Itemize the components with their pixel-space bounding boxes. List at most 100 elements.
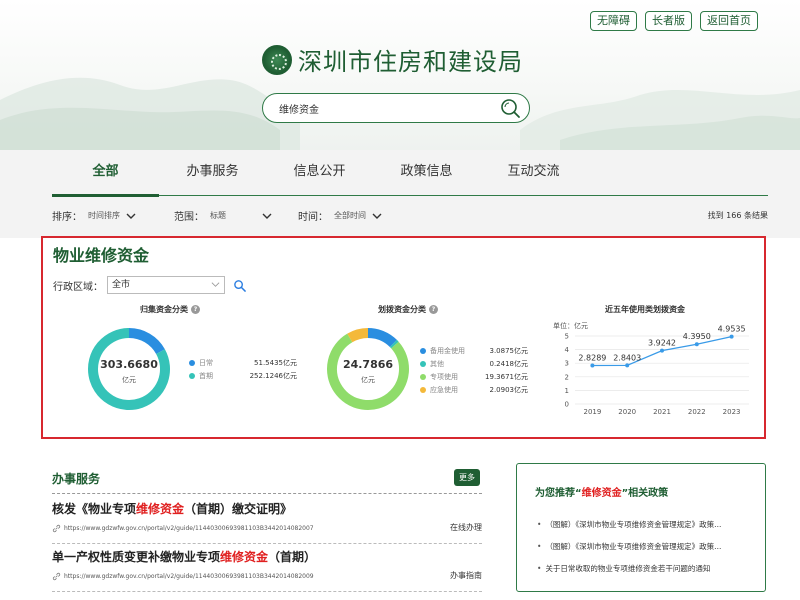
recommend-title-prefix: 为您推荐“ [535,488,582,499]
y-tick-label: 2 [565,373,569,381]
legend-name: 备用金使用 [430,346,465,355]
data-point[interactable] [625,363,630,368]
donut-slice-备用金使用[interactable] [367,328,397,348]
donut2-title-text: 划拨资金分类 [378,305,426,314]
site-header: 无障碍 长者版 返回首页 深圳市住房和建设局 [0,0,800,150]
donut2-center-value: 24.7866 [342,358,394,371]
legend-item: 备用金使用 3.0875亿元 [420,344,528,357]
service-name-suffix: （首期） [268,550,317,564]
help-icon[interactable]: ? [429,305,438,314]
recommend-item[interactable]: （图解）《深圳市物业专项维修资金管理规定》政策... [537,514,757,536]
time-label: 时间： [298,212,328,223]
legend-value: 252.1246亿元 [249,371,297,380]
line-chart-usage: 单位：亿元 0 1 2 3 4 5 2019 2020 2021 2022 2023 2.8289 2.8… [553,321,749,416]
category-tabs: 全部 办事服务 信息公开 政策信息 互动交流 [52,150,768,197]
emblem-icon [262,44,292,75]
service-url[interactable]: https://www.gdzwfw.gov.cn/portal/v2/guid… [52,572,314,581]
service-name[interactable]: 单一产权性质变更补缴物业专项维修资金（首期） [52,548,316,565]
scope-value: 标题 [210,211,226,220]
tab-services[interactable]: 办事服务 [159,150,266,195]
data-label: 4.3950 [683,332,711,341]
donut1-center-unit: 亿元 [122,376,136,384]
accessibility-link[interactable]: 无障碍 [590,11,637,31]
legend-item: 日常 51.5435亿元 [189,356,297,369]
region-filter: 行政区域： 全市 [53,276,246,294]
y-axis-unit: 单位：亿元 [553,321,588,330]
donut-slice-应急使用[interactable] [347,328,369,343]
result-count: 找到 166 条结果 [707,211,768,220]
time-value: 全部时间 [334,211,366,220]
service-item[interactable]: 核发《物业专项维修资金（首期）缴交证明》 https://www.gdzwfw.… [52,496,482,544]
legend-dot [189,372,195,379]
top-links: 无障碍 长者版 返回首页 [590,11,758,31]
chevron-down-icon [211,282,220,287]
link-icon [52,524,61,533]
recommend-list: （图解）《深圳市物业专项维修资金管理规定》政策... （图解）《深圳市物业专项维… [537,514,757,580]
x-tick-label: 2023 [723,408,741,416]
services-section: 办事服务 更多 核发《物业专项维修资金（首期）缴交证明》 https://www… [52,466,482,600]
nav-band: 全部 办事服务 信息公开 政策信息 互动交流 排序： 时间排序 范围： 标题 时… [0,150,800,238]
y-tick-label: 1 [565,387,569,395]
legend-value: 19.3671亿元 [485,372,528,381]
recommend-title-suffix: ”相关政策 [621,488,669,499]
data-point[interactable] [729,334,734,339]
service-type[interactable]: 办事指南 [450,570,482,581]
donut-slice-其他[interactable] [389,339,399,349]
x-tick-label: 2022 [688,408,706,416]
donut1-title: 归集资金分类 ? [140,304,200,315]
legend-value: 0.2418亿元 [489,359,529,368]
legend-item: 专项使用 19.3671亿元 [420,370,528,383]
tab-all[interactable]: 全部 [52,150,159,197]
chevron-down-icon [126,213,136,219]
data-point[interactable] [660,348,664,353]
sort-value: 时间排序 [88,211,120,220]
legend-item: 其他 0.2418亿元 [420,357,528,370]
service-name-prefix: 单一产权性质变更补缴物业专项 [52,550,221,564]
recommend-title-highlight: 维修资金 [581,488,622,499]
service-name-prefix: 核发《物业专项 [52,502,137,516]
tab-info-disclosure[interactable]: 信息公开 [266,150,373,195]
site-logo[interactable]: 深圳市住房和建设局 [262,42,523,77]
data-label: 2.8403 [613,353,641,362]
service-type[interactable]: 在线办理 [450,522,482,533]
legend-name: 其他 [430,359,444,368]
data-point[interactable] [590,363,595,368]
data-point[interactable] [694,342,699,347]
tab-policy[interactable]: 政策信息 [373,150,480,195]
sort-filter[interactable]: 排序： 时间排序 [52,208,136,223]
help-icon[interactable]: ? [191,305,200,314]
sort-label: 排序： [52,212,82,223]
donut1-title-text: 归集资金分类 [140,305,188,314]
legend-name: 日常 [199,358,213,367]
y-tick-label: 4 [565,346,570,354]
search-icon[interactable] [499,97,521,119]
search-input[interactable] [279,102,489,114]
data-label: 4.9535 [718,325,746,334]
tab-interaction[interactable]: 互动交流 [480,150,587,195]
data-label: 3.9242 [648,339,676,348]
donut2-title: 划拨资金分类 ? [378,304,438,315]
legend-value: 2.0903亿元 [489,385,529,394]
donut-slice-日常[interactable] [128,328,165,355]
region-value: 全市 [112,280,131,290]
region-select[interactable]: 全市 [107,276,225,294]
recommend-item[interactable]: （图解）《深圳市物业专项维修资金管理规定》政策... [537,536,757,558]
service-url[interactable]: https://www.gdzwfw.gov.cn/portal/v2/guid… [52,524,314,533]
x-tick-label: 2019 [583,408,601,416]
scope-filter[interactable]: 范围： 标题 [174,208,272,223]
back-home-link[interactable]: 返回首页 [700,11,758,31]
service-item[interactable]: 单一产权性质变更补缴物业专项维修资金（首期） https://www.gdzwf… [52,544,482,592]
more-button[interactable]: 更多 [454,469,480,486]
recommend-item[interactable]: 关于日常收取的物业专项维修资金若干问题的通知 [537,558,757,580]
x-tick-label: 2021 [653,408,671,416]
chevron-down-icon [262,213,272,219]
elderly-mode-link[interactable]: 长者版 [645,11,692,31]
line-chart-title: 近五年使用类划拨资金 [605,305,685,314]
donut-slice-专项使用[interactable] [327,333,409,410]
service-name[interactable]: 核发《物业专项维修资金（首期）缴交证明》 [52,500,292,517]
legend-item: 应急使用 2.0903亿元 [420,383,528,396]
service-name-highlight: 维修资金 [136,502,185,516]
donut1-center-value: 303.6680 [100,358,158,371]
time-filter[interactable]: 时间： 全部时间 [298,208,382,223]
search-icon[interactable] [233,279,246,292]
